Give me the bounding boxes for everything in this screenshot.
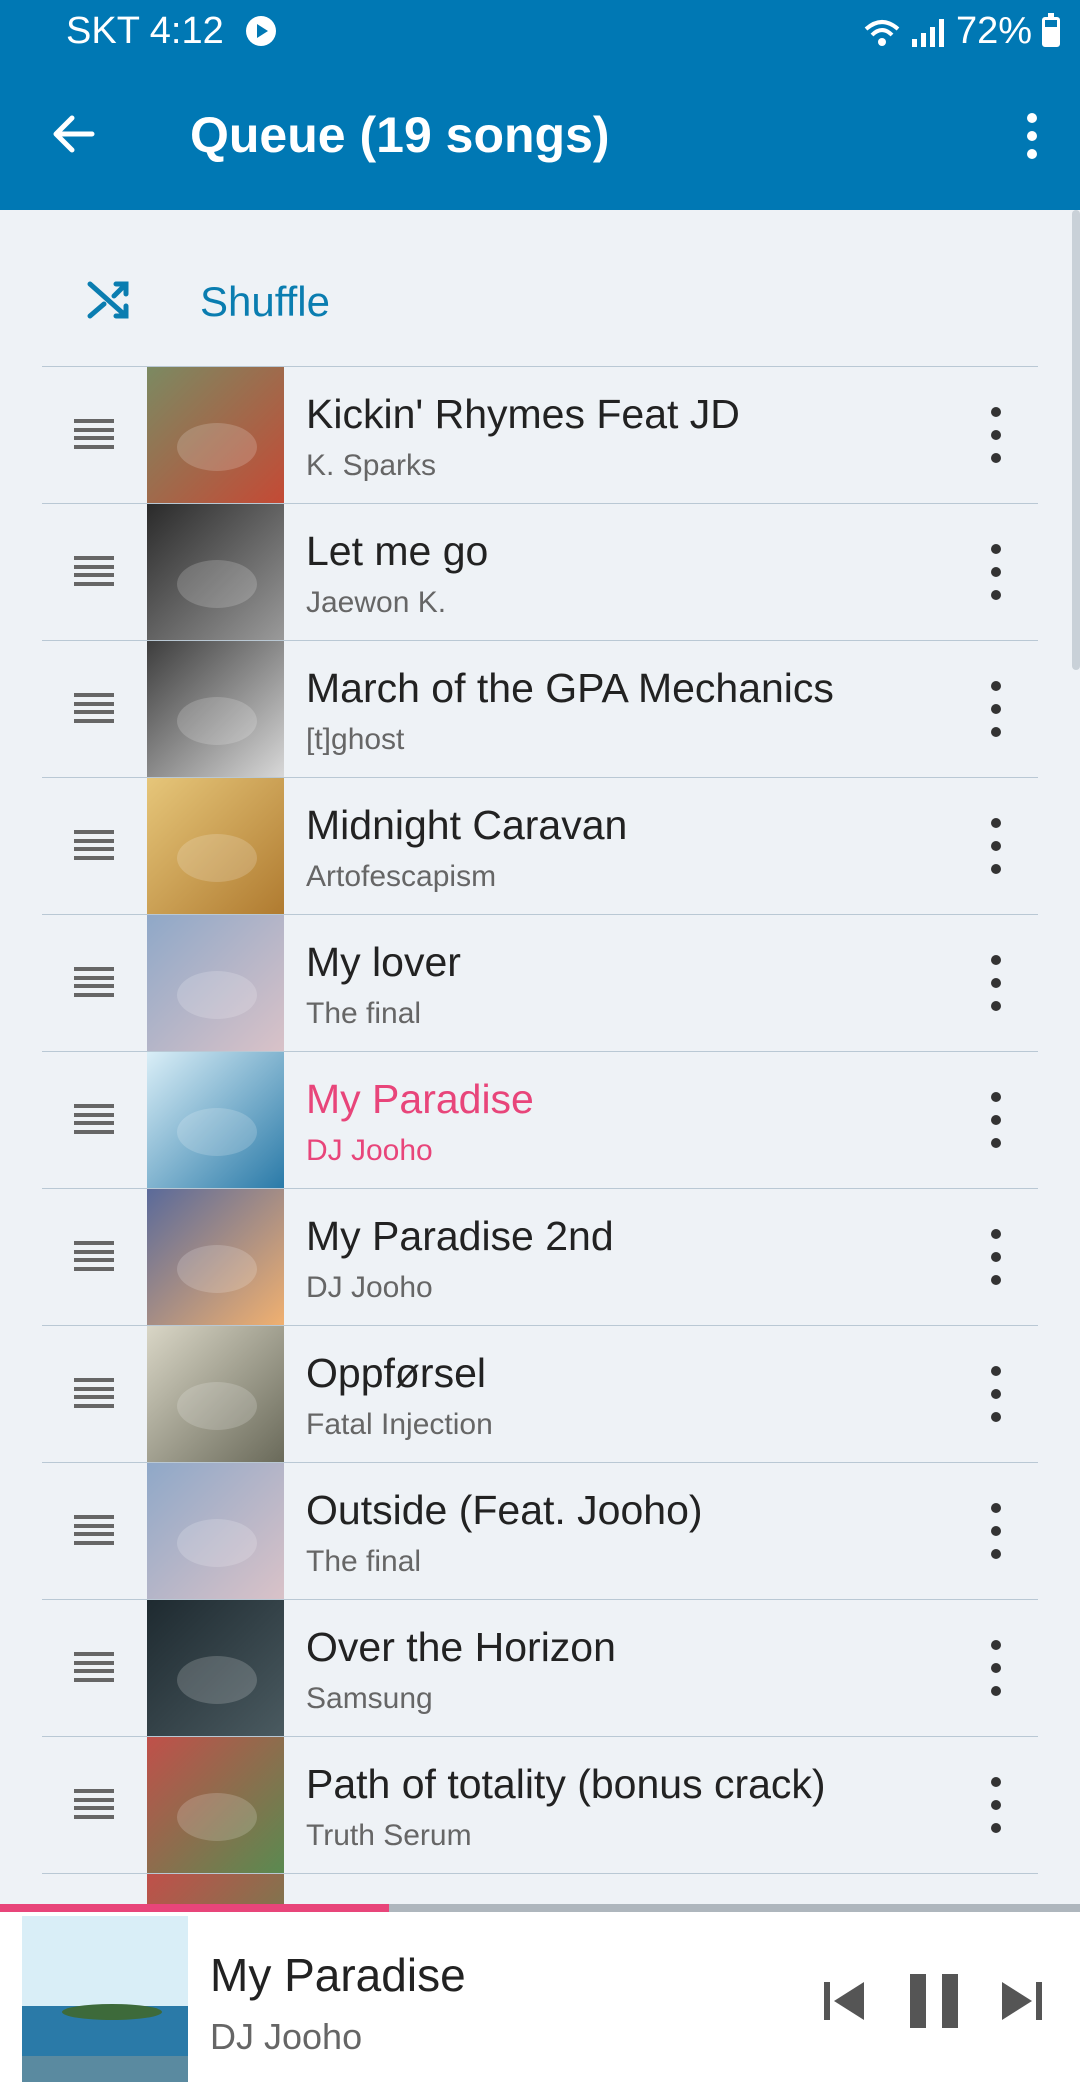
next-track-icon[interactable] — [1000, 1978, 1044, 2024]
queue-row[interactable]: Midnight Caravan Artofescapism — [42, 778, 1038, 915]
queue-row[interactable]: Let me go Jaewon K. — [42, 504, 1038, 641]
queue-row[interactable]: My Paradise DJ Jooho — [42, 1052, 1038, 1189]
status-right: 72% — [862, 10, 1060, 53]
now-playing-artist: DJ Jooho — [210, 2016, 363, 2057]
song-title: Kickin' Rhymes Feat JD — [306, 391, 740, 437]
shuffle-button[interactable]: Shuffle — [0, 210, 1080, 366]
song-artist: Jaewon K. — [306, 586, 447, 619]
song-options-icon[interactable] — [984, 955, 1008, 1011]
page-title: Queue (19 songs) — [190, 107, 610, 163]
queue-list: Kickin' Rhymes Feat JD K. Sparks Let me go… — [0, 367, 1080, 1904]
song-artist: Fatal Injection — [306, 1408, 493, 1441]
album-art — [147, 778, 284, 914]
media-playing-icon — [246, 16, 276, 46]
song-title: Over the Horizon — [306, 1624, 616, 1670]
album-art — [147, 641, 284, 777]
battery-icon — [1042, 12, 1060, 47]
drag-handle-icon[interactable] — [74, 1652, 114, 1682]
battery-percent: 72% — [955, 10, 1032, 52]
previous-track-icon[interactable] — [822, 1978, 866, 2024]
playback-progress-fill — [0, 1904, 389, 1912]
mini-player[interactable]: My Paradise DJ Jooho — [0, 1912, 1080, 2094]
shuffle-label: Shuffle — [200, 278, 330, 325]
now-playing-album-art — [22, 1916, 188, 2082]
scrollbar[interactable] — [1072, 210, 1080, 670]
song-options-icon[interactable] — [984, 1229, 1008, 1285]
queue-content[interactable]: Shuffle Kickin' Rhymes Feat JD K. Sparks L… — [0, 210, 1080, 1904]
drag-handle-icon[interactable] — [74, 419, 114, 449]
song-options-icon[interactable] — [984, 1092, 1008, 1148]
album-art — [147, 1052, 284, 1188]
song-artist: Truth Serum — [306, 1819, 472, 1852]
drag-handle-icon[interactable] — [74, 693, 114, 723]
signal-icon — [911, 17, 946, 47]
queue-row[interactable]: My Paradise 2nd DJ Jooho — [42, 1189, 1038, 1326]
drag-handle-icon[interactable] — [74, 1789, 114, 1819]
drag-handle-icon[interactable] — [74, 1104, 114, 1134]
album-art — [147, 915, 284, 1051]
drag-handle-icon[interactable] — [74, 556, 114, 586]
queue-row[interactable] — [42, 1874, 1038, 1904]
pause-icon[interactable] — [908, 1972, 960, 2030]
drag-handle-icon[interactable] — [74, 830, 114, 860]
queue-row[interactable]: Path of totality (bonus crack) Truth Seru… — [42, 1737, 1038, 1874]
song-artist: DJ Jooho — [306, 1271, 433, 1304]
queue-row[interactable]: Outside (Feat. Jooho) The final — [42, 1463, 1038, 1600]
song-options-icon[interactable] — [984, 1366, 1008, 1422]
album-art — [147, 504, 284, 640]
album-art — [147, 367, 284, 503]
song-artist: DJ Jooho — [306, 1134, 433, 1167]
carrier-time: SKT 4:12 — [66, 10, 224, 52]
queue-row[interactable]: Over the Horizon Samsung — [42, 1600, 1038, 1737]
album-art — [147, 1874, 284, 1904]
song-title: Outside (Feat. Jooho) — [306, 1487, 703, 1533]
song-title: Midnight Caravan — [306, 802, 628, 848]
drag-handle-icon[interactable] — [74, 1378, 114, 1408]
queue-row[interactable]: March of the GPA Mechanics [t]ghost — [42, 641, 1038, 778]
song-title: My Paradise — [306, 1076, 534, 1122]
song-options-icon[interactable] — [984, 818, 1008, 874]
song-title: Let me go — [306, 528, 489, 574]
album-art — [147, 1189, 284, 1325]
song-artist: The final — [306, 1545, 422, 1578]
album-art — [147, 1737, 284, 1873]
status-bar: SKT 4:12 72% — [0, 0, 1080, 66]
song-artist: The final — [306, 997, 422, 1030]
song-title: Path of totality (bonus crack) — [306, 1761, 826, 1807]
song-artist: Artofescapism — [306, 860, 497, 893]
album-art — [147, 1326, 284, 1462]
song-title: March of the GPA Mechanics — [306, 665, 834, 711]
album-art — [147, 1600, 284, 1736]
back-arrow-icon[interactable] — [44, 104, 104, 164]
song-artist: K. Sparks — [306, 449, 437, 482]
song-options-icon[interactable] — [984, 681, 1008, 737]
song-options-icon[interactable] — [984, 544, 1008, 600]
drag-handle-icon[interactable] — [74, 1241, 114, 1271]
queue-row[interactable]: Oppførsel Fatal Injection — [42, 1326, 1038, 1463]
now-playing-title: My Paradise — [210, 1949, 466, 2001]
drag-handle-icon[interactable] — [74, 1515, 114, 1545]
song-options-icon[interactable] — [984, 1503, 1008, 1559]
song-options-icon[interactable] — [984, 1777, 1008, 1833]
song-title: Oppførsel — [306, 1350, 486, 1396]
wifi-icon — [862, 16, 902, 48]
song-options-icon[interactable] — [984, 1640, 1008, 1696]
song-title: My lover — [306, 939, 461, 985]
song-title: My Paradise 2nd — [306, 1213, 614, 1259]
song-artist: Samsung — [306, 1682, 433, 1715]
more-options-icon[interactable] — [1012, 96, 1052, 176]
queue-row[interactable]: My lover The final — [42, 915, 1038, 1052]
song-options-icon[interactable] — [984, 407, 1008, 463]
shuffle-icon — [86, 276, 134, 324]
drag-handle-icon[interactable] — [74, 967, 114, 997]
queue-row[interactable]: Kickin' Rhymes Feat JD K. Sparks — [42, 367, 1038, 504]
song-artist: [t]ghost — [306, 723, 405, 756]
album-art — [147, 1463, 284, 1599]
playback-progress[interactable] — [0, 1904, 1080, 1912]
app-bar: Queue (19 songs) — [0, 66, 1080, 210]
